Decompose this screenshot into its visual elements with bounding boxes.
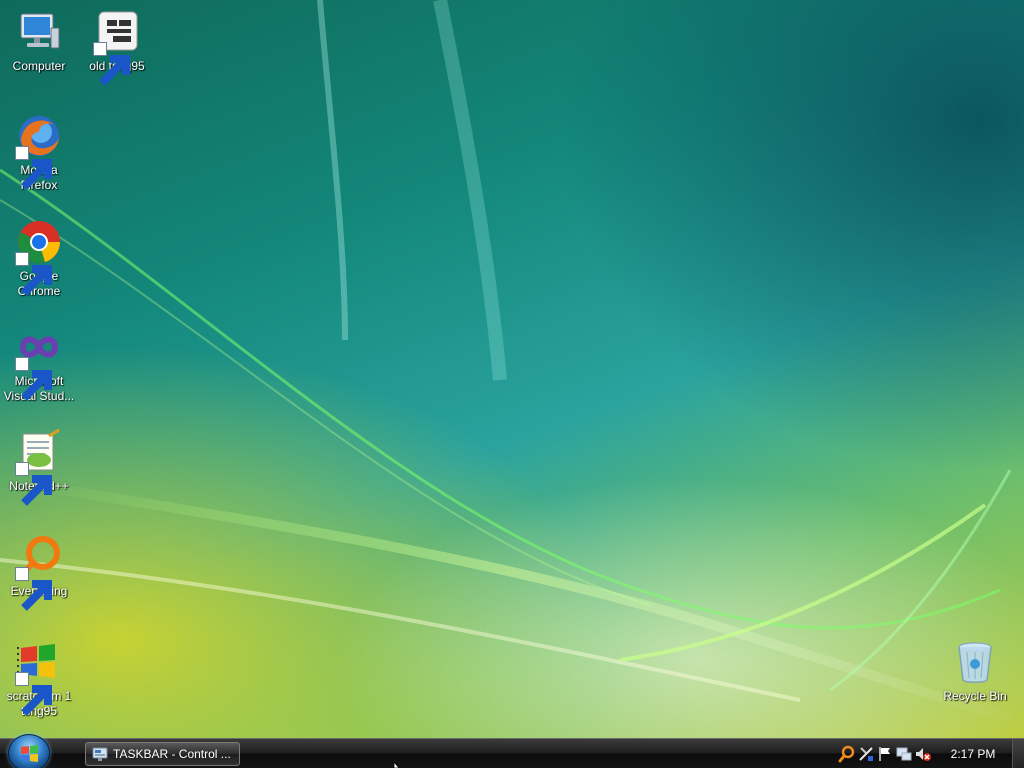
desktop-icon-visual-studio[interactable]: Microsoft Visual Stud... (0, 323, 78, 404)
mouse-cursor-icon (394, 762, 400, 768)
start-orb-icon (21, 745, 38, 762)
desktop-icon-firefox[interactable]: Mozilla Firefox (0, 112, 78, 193)
desktop-icon-computer[interactable]: Computer (0, 8, 78, 74)
shortcut-arrow-icon (15, 672, 52, 716)
tools-tray-icon[interactable] (857, 745, 875, 763)
desktop-icon-everything[interactable]: Everything (0, 533, 78, 611)
firefox-icon (15, 112, 63, 190)
computer-icon (15, 8, 63, 56)
search-tray-icon[interactable] (838, 745, 856, 763)
visual-studio-icon (15, 323, 63, 401)
desktop-icon-old-tsng95[interactable]: old tsng95 (78, 8, 156, 86)
wallpaper (0, 0, 1024, 725)
chrome-icon (15, 218, 63, 296)
network-icon[interactable] (895, 745, 913, 763)
shortcut-arrow-icon (93, 42, 130, 86)
shortcut-arrow-icon (15, 357, 52, 401)
network-shortcut-icon (93, 8, 141, 86)
control-panel-icon (92, 746, 108, 762)
everything-search-icon (15, 533, 63, 611)
desktop-icon-label: Recycle Bin (943, 689, 1007, 703)
desktop-icon-notepadplusplus[interactable]: Notepad++ (0, 428, 78, 506)
shortcut-arrow-icon (15, 462, 52, 506)
taskbar-button-label: TASKBAR - Control ... (113, 747, 231, 761)
system-tray (838, 742, 933, 766)
shortcut-arrow-icon (15, 146, 52, 190)
volume-muted-icon[interactable] (914, 745, 932, 763)
notepadplusplus-icon (15, 428, 63, 506)
desktop-icon-chrome[interactable]: Google Chrome (0, 218, 78, 299)
start-button[interactable] (8, 734, 50, 768)
desktop-icon-recycle-bin[interactable]: Recycle Bin (936, 638, 1014, 704)
taskbar-button-control-panel[interactable]: TASKBAR - Control ... (85, 742, 240, 766)
shortcut-arrow-icon (15, 567, 52, 611)
desktop-icon-scratchvm[interactable]: scratchvm 1 tsng95 (0, 638, 78, 719)
recycle-bin-icon (951, 638, 999, 686)
action-center-flag-icon[interactable] (876, 745, 894, 763)
taskbar: TASKBAR - Control ... 2:17 PM (0, 734, 1024, 768)
windows-flag-icon (15, 638, 63, 716)
desktop-icon-label: Computer (12, 59, 66, 73)
show-desktop-button[interactable] (1012, 739, 1024, 768)
taskbar-clock[interactable]: 2:17 PM (948, 747, 998, 761)
shortcut-arrow-icon (15, 252, 52, 296)
